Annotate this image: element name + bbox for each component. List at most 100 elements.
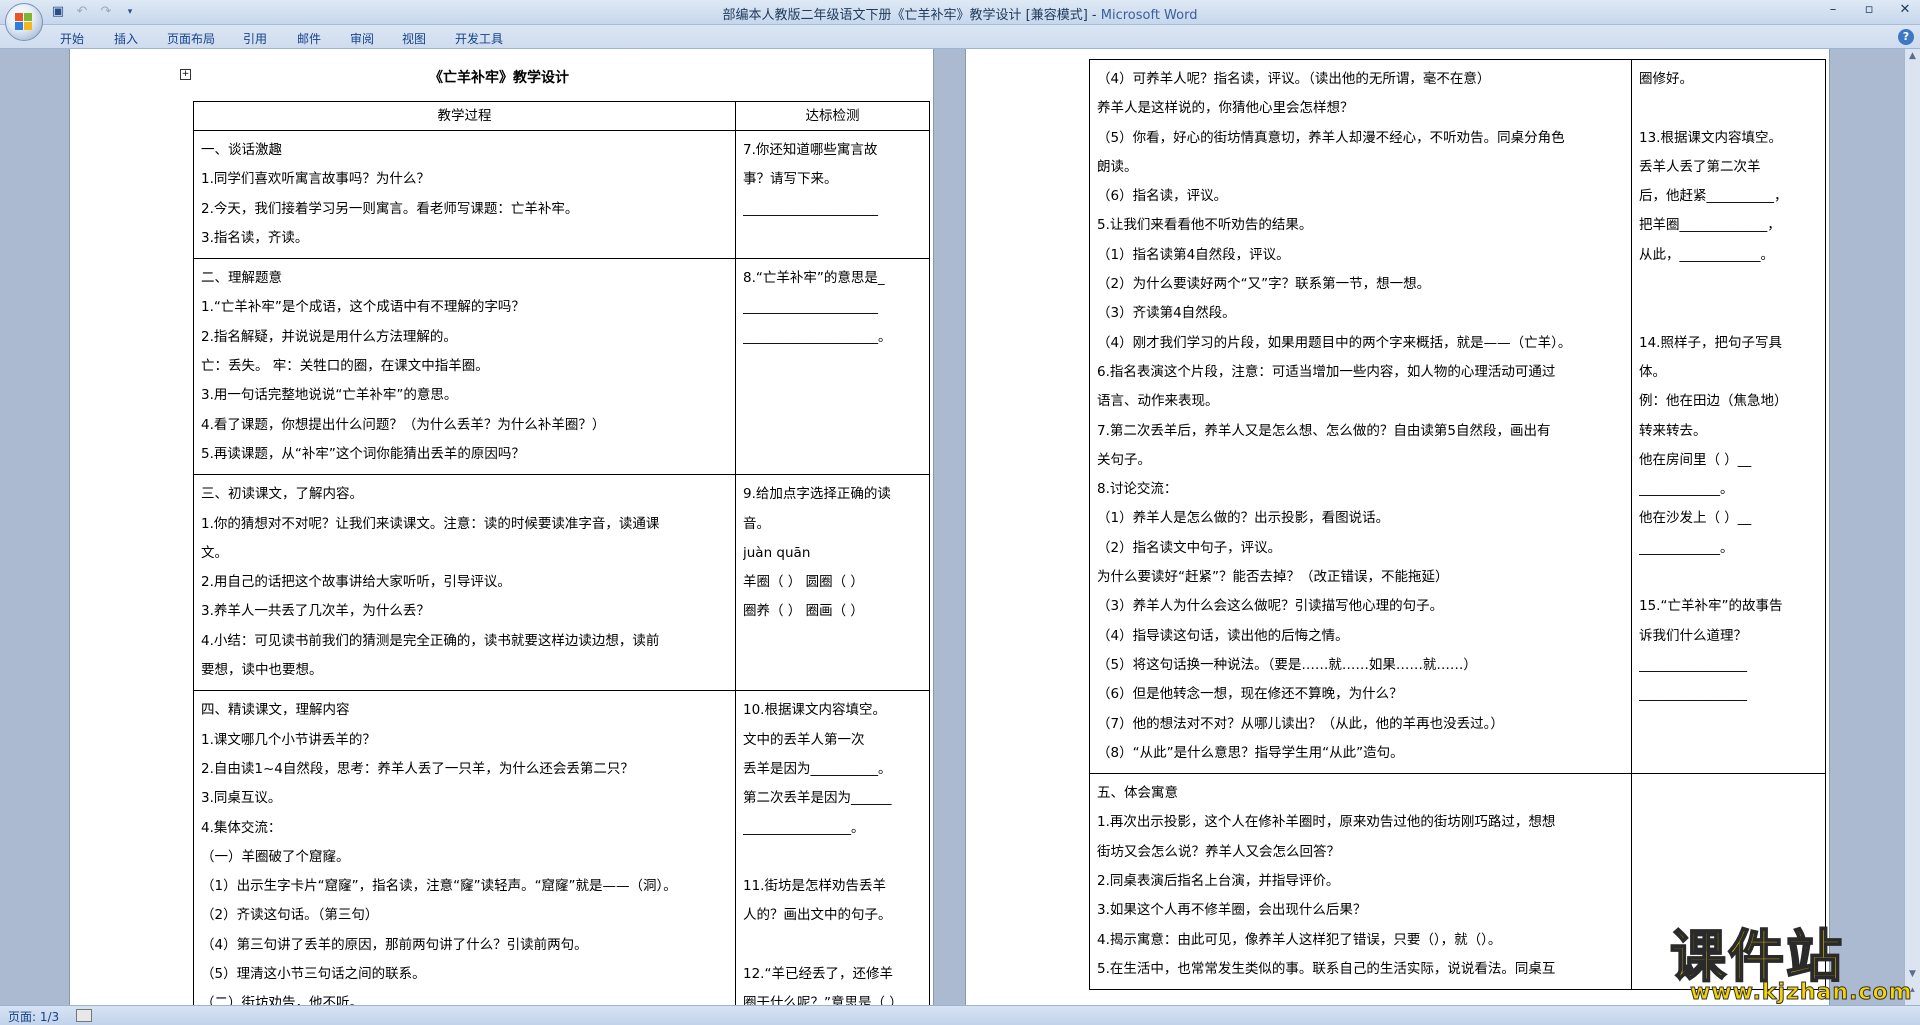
text-line: （8）“从此”是什么意思？指导学生用“从此”造句。 [1097,744,1404,761]
tab-developer[interactable]: 开发工具 [455,30,503,47]
text-line: （1）指名读第4自然段，评议。 [1097,246,1290,263]
text-line: （5）理清这小节三句话之间的联系。 [201,966,426,983]
text-line: 1.再次出示投影，这个人在修补羊圈时，原来劝告过他的街坊刚巧路过，想想 [1097,814,1556,831]
text-line: （4）第三句讲了丢羊的原因，那前两句讲了什么？引读前两句。 [201,936,588,953]
text-line: 8.“亡羊补牢”的意思是_ [743,270,885,287]
office-button[interactable] [5,3,43,41]
text-line: ____________________。 [743,328,892,345]
text-line: （1）出示生字卡片“窟窿”，指名读，注意“窿”读轻声。“窟窿”就是——（洞）。 [201,878,677,895]
vertical-scrollbar[interactable]: ▲ ▼ ▴ [1904,49,1920,1005]
text-line: 圈修好。 [1639,71,1693,87]
text-line: 14.照样子，把句子写具 [1639,334,1782,351]
tab-home[interactable]: 开始 [60,30,84,47]
text-line: （2）为什么要读好两个“又”字？联系第一节，想一想。 [1097,276,1431,293]
assessment-cell[interactable]: 圈修好。 13.根据课文内容填空。 丢羊人丢了第二次羊 后，他赶紧________… [1631,58,1826,775]
assessment-cell[interactable]: 10.根据课文内容填空。 文中的丢羊人第一次 丢羊是因为__________。 第二… [735,690,930,1005]
text-line: ____________。 [1639,539,1734,556]
text-line: 5.在生活中，也常常发生类似的事。联系自己的生活实际，说说看法。同桌互 [1097,960,1556,977]
text-line [1639,270,1818,299]
text-line: 语言、动作来表现。 [1097,393,1219,410]
text-line: （2）指名读文中句子，评议。 [1097,539,1282,556]
process-cell[interactable]: 三、初读课文，了解内容。 1.你的猜想对不对呢？让我们来读课文。注意：读的时候要读… [193,474,736,692]
assessment-cell[interactable]: 9.给加点字选择正确的读 音。 juàn quān 羊圈（ ） 圆圈（ ） 圈养（ ） … [735,474,930,692]
process-cell[interactable]: 一、谈话激趣 1.同学们喜欢听寓言故事吗？为什么？ 2.今天，我们接着学习另一则寓言… [193,129,736,260]
text-line: 1.课文哪几个小节讲丢羊的？ [201,731,376,748]
text-line: 5.让我们来看看他不听劝告的结果。 [1097,217,1313,234]
process-cell[interactable]: 二、理解题意 1.“亡羊补牢”是个成语，这个成语中有不理解的字吗？ 2.指名解疑，并… [193,258,736,476]
app-name: Microsoft Word [1100,8,1198,23]
text-line: 2.自由读1~4自然段，思考：养羊人丢了一只羊，为什么还会丢第二只？ [201,760,634,777]
text-line: ________________ [1639,686,1747,703]
page-2: （4）可养羊人呢？指名读，评议。（读出他的无所谓，毫不在意） 养羊人是这样说的，你… [965,49,1830,1005]
text-line [743,627,922,656]
text-line: 后，他赶紧__________， [1639,188,1788,205]
text-line: 体。 [1639,363,1666,380]
tab-mailings[interactable]: 邮件 [297,30,321,47]
window-title: 部编本人教版二年级语文下册《亡羊补牢》教学设计 [兼容模式] - Microso… [0,4,1920,23]
doc-title: 《亡羊补牢》教学设计 [429,70,569,86]
scroll-up-icon[interactable]: ▲ [1907,51,1918,61]
text-line: 把羊圈_____________， [1639,217,1781,234]
text-line: 羊圈（ ） 圆圈（ ） [743,574,864,591]
text-line [1639,94,1818,123]
text-line: 人的？画出文中的句子。 [743,907,892,924]
maximize-icon[interactable]: ▫ [1860,2,1878,17]
text-line [743,843,922,872]
text-line: 3.如果这个人再不修羊圈，会出现什么后果？ [1097,902,1367,919]
text-line [1639,779,1818,808]
text-line: （7）他的想法对不对？从哪儿读出？（从此，他的羊再也没丢过。） [1097,715,1504,732]
language-icon[interactable] [76,1009,92,1022]
text-line [1639,563,1818,592]
text-line: （5）你看，好心的街坊情真意切，养羊人却漫不经心，不听劝告。同桌分角色 [1097,129,1565,146]
text-line: （4）可养羊人呢？指名读，评议。（读出他的无所谓，毫不在意） [1097,71,1491,87]
table-move-handle-icon[interactable]: + [180,69,191,80]
text-line: ________________。 [743,819,865,836]
text-line: 3.养羊人一共丢了几次羊，为什么丢？ [201,603,430,620]
text-line: 2.用自己的话把这个故事讲给大家听听，引导评议。 [201,574,511,591]
text-line [743,352,922,381]
text-line [743,931,922,960]
text-line: 三、初读课文，了解内容。 [201,486,363,503]
text-line: 文中的丢羊人第一次 [743,731,865,748]
text-line: （6）指名读，评议。 [1097,188,1228,205]
text-line: 街坊又会怎么说？养羊人又会怎么回答？ [1097,843,1340,860]
text-line: ____________________ [743,299,878,316]
text-line: 13.根据课文内容填空。 [1639,129,1782,146]
text-line: 4.揭示寓意：由此可见，像养羊人这样犯了错误，只要（），就（）。 [1097,931,1502,948]
page-1: + 《亡羊补牢》教学设计 教学过程 达标检测 一、谈话激趣 1.同学们喜欢听寓言故… [69,49,934,1005]
text-line: 音。 [743,515,770,532]
text-line: 关句子。 [1097,451,1151,468]
document-area[interactable]: + 《亡羊补牢》教学设计 教学过程 达标检测 一、谈话激趣 1.同学们喜欢听寓言故… [0,49,1904,1005]
text-line: 8.讨论交流： [1097,481,1178,498]
minimize-icon[interactable]: – [1824,2,1842,17]
text-line: （4）刚才我们学习的片段，如果用题目中的两个字来概括，就是——（亡羊）。 [1097,334,1572,351]
process-cell[interactable]: （4）可养羊人呢？指名读，评议。（读出他的无所谓，毫不在意） 养羊人是这样说的，你… [1089,58,1632,775]
text-line: 文。 [201,544,228,561]
text-line: 1.你的猜想对不对呢？让我们来读课文。注意：读的时候要读准字音，读通课 [201,515,660,532]
scroll-down-icon[interactable]: ▼ [1907,969,1918,979]
process-cell[interactable]: 四、精读课文，理解内容 1.课文哪几个小节讲丢羊的？ 2.自由读1~4自然段，思考：… [193,690,736,1005]
window-controls: – ▫ ✕ [1824,2,1914,17]
tab-review[interactable]: 审阅 [350,30,374,47]
text-line: （4）指导读这句话，读出他的后悔之情。 [1097,627,1349,644]
tab-page-layout[interactable]: 页面布局 [167,30,215,47]
text-line: 四、精读课文，理解内容 [201,702,350,719]
text-line: （二）街坊劝告，他不听。 [201,995,363,1005]
text-line [1639,299,1818,328]
text-line: 第二次丢羊是因为______ [743,790,892,807]
tab-references[interactable]: 引用 [243,30,267,47]
assessment-cell[interactable]: 8.“亡羊补牢”的意思是_ ____________________ _______… [735,258,930,476]
process-cell[interactable]: 五、体会寓意 1.再次出示投影，这个人在修补羊圈时，原来劝告过他的街坊刚巧路过，想… [1089,773,1632,991]
text-line: （3）齐读第4自然段。 [1097,305,1236,322]
tab-view[interactable]: 视图 [402,30,426,47]
tab-insert[interactable]: 插入 [114,30,138,47]
table-row: 三、初读课文，了解内容。 1.你的猜想对不对呢？让我们来读课文。注意：读的时候要读… [193,474,930,692]
text-line: （3）养羊人为什么会这么做呢？引读描写他心理的句子。 [1097,598,1444,615]
text-line: 亡：丢失。 牢：关牲口的圈，在课文中指羊圈。 [201,358,489,375]
help-icon[interactable]: ? [1898,29,1914,45]
close-icon[interactable]: ✕ [1896,2,1914,17]
assessment-cell[interactable]: 7.你还知道哪些寓言故 事？请写下来。 ____________________ [735,129,930,260]
text-line: 2.指名解疑，并说说是用什么方法理解的。 [201,328,457,345]
page-indicator[interactable]: 页面: 1/3 [8,1008,59,1025]
text-line [1639,710,1818,739]
